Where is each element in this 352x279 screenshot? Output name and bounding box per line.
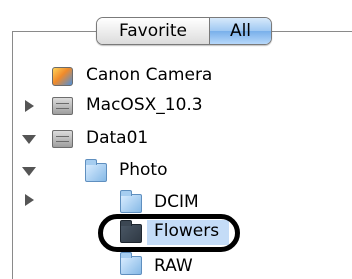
tree-item-raw[interactable]: RAW — [0, 250, 352, 276]
view-segmented-control: Favorite All — [96, 17, 272, 45]
tree-item-label: DCIM — [154, 192, 199, 212]
disclosure-triangle-right-icon[interactable] — [25, 194, 34, 206]
disclosure-triangle-down-icon[interactable] — [22, 167, 36, 176]
tree-item-macosx[interactable]: MacOSX_10.3 — [0, 93, 352, 119]
folder-icon — [120, 190, 142, 213]
favorite-tab[interactable]: Favorite — [97, 18, 210, 44]
tree-item-label: Data01 — [86, 128, 149, 148]
hard-disk-icon — [52, 130, 73, 148]
tree-item-label: Photo — [119, 160, 168, 180]
tree-item-photo[interactable]: Photo — [0, 158, 352, 184]
tree-item-label: RAW — [154, 256, 193, 276]
disclosure-triangle-down-icon[interactable] — [22, 135, 36, 144]
hard-disk-icon — [52, 97, 73, 115]
all-tab[interactable]: All — [210, 18, 271, 44]
tree-item-data01[interactable]: Data01 — [0, 126, 352, 152]
tree-item-dcim[interactable]: DCIM — [0, 190, 352, 216]
annotation-ellipse — [98, 214, 240, 252]
disclosure-triangle-right-icon[interactable] — [25, 100, 34, 112]
tree-item-canon-camera[interactable]: Canon Camera — [0, 63, 352, 89]
folder-icon — [85, 159, 107, 182]
camera-icon — [52, 67, 73, 86]
folder-icon — [120, 252, 142, 275]
tree-item-label: Canon Camera — [86, 65, 213, 85]
tree-item-label: MacOSX_10.3 — [86, 95, 203, 115]
